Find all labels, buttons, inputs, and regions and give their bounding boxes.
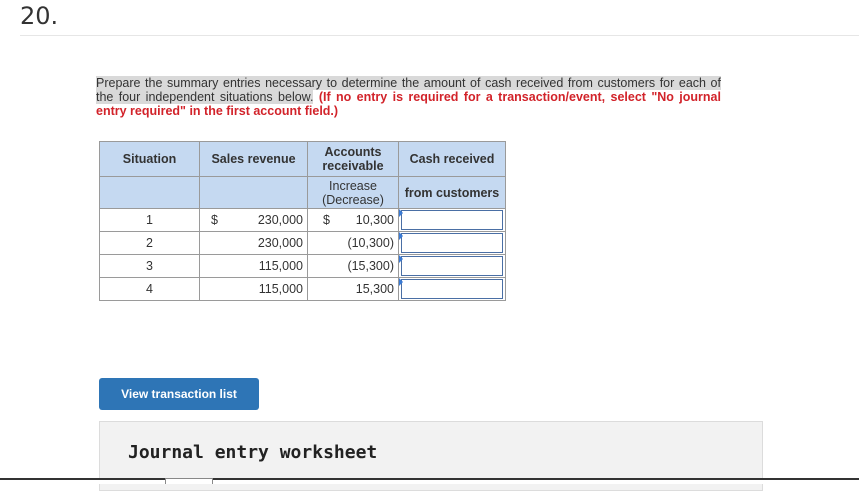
cash-received-input-2[interactable]: [401, 233, 503, 253]
situation-cell: 2: [99, 231, 200, 255]
header-accounts-receivable: Accounts receivable: [307, 141, 399, 177]
sales-revenue-cell: 115,000: [199, 254, 308, 278]
ar-value: (10,300): [347, 236, 394, 250]
input-marker-icon: [399, 278, 403, 286]
cash-cell: [398, 208, 506, 232]
subheader-empty-1: [99, 176, 200, 209]
input-marker-icon: [399, 209, 403, 217]
situation-cell: 3: [99, 254, 200, 278]
worksheet-tab[interactable]: [165, 478, 213, 484]
header-ar-line2: receivable: [322, 159, 384, 173]
top-divider: [20, 35, 859, 36]
dollar-sign: $: [323, 213, 330, 227]
subheader-ar-line1: Increase: [329, 178, 377, 193]
question-number: 20.: [20, 2, 59, 30]
table-row: 2 230,000 (10,300): [99, 231, 506, 255]
header-sales-revenue: Sales revenue: [199, 141, 308, 177]
cash-cell: [398, 231, 506, 255]
sales-revenue-cell: $ 230,000: [199, 208, 308, 232]
cash-cell: [398, 254, 506, 278]
ar-cell: (15,300): [307, 254, 403, 278]
table-row: 4 115,000 15,300: [99, 277, 506, 301]
input-marker-icon: [399, 255, 403, 263]
situation-cell: 1: [99, 208, 200, 232]
ar-cell: $ 10,300: [307, 208, 403, 232]
view-transaction-list-button[interactable]: View transaction list: [99, 378, 259, 410]
subheader-cash: from customers: [398, 176, 506, 209]
table-row: 3 115,000 (15,300): [99, 254, 506, 278]
subheader-ar: Increase (Decrease): [307, 176, 399, 209]
cash-cell: [398, 277, 506, 301]
worksheet-title: Journal entry worksheet: [128, 442, 378, 463]
cash-received-input-4[interactable]: [401, 279, 503, 299]
sales-revenue-value: 115,000: [258, 282, 303, 296]
ar-value: 15,300: [355, 282, 394, 296]
sales-revenue-cell: 115,000: [199, 277, 308, 301]
header-cash-received: Cash received: [398, 141, 506, 177]
situations-table: Situation Sales revenue Accounts receiva…: [99, 141, 506, 301]
sales-revenue-value: 230,000: [257, 236, 303, 250]
situation-cell: 4: [99, 277, 200, 301]
sales-revenue-value: 115,000: [258, 259, 303, 273]
input-marker-icon: [399, 232, 403, 240]
subheader-empty-2: [199, 176, 308, 209]
subheader-ar-line2: (Decrease): [322, 192, 384, 207]
sales-revenue-value: 230,000: [257, 213, 303, 227]
ar-value: (15,300): [347, 259, 394, 273]
instructions: Prepare the summary entries necessary to…: [96, 76, 721, 118]
cash-received-input-3[interactable]: [401, 256, 503, 276]
ar-cell: 15,300: [307, 277, 403, 301]
sales-revenue-cell: 230,000: [199, 231, 308, 255]
header-situation: Situation: [99, 141, 200, 177]
bottom-bar: [0, 478, 859, 484]
table-row: 1 $ 230,000 $ 10,300: [99, 208, 506, 232]
header-ar-line1: Accounts: [324, 145, 382, 159]
ar-value: 10,300: [355, 213, 394, 227]
dollar-sign: $: [211, 213, 218, 227]
ar-cell: (10,300): [307, 231, 403, 255]
cash-received-input-1[interactable]: [401, 210, 503, 230]
